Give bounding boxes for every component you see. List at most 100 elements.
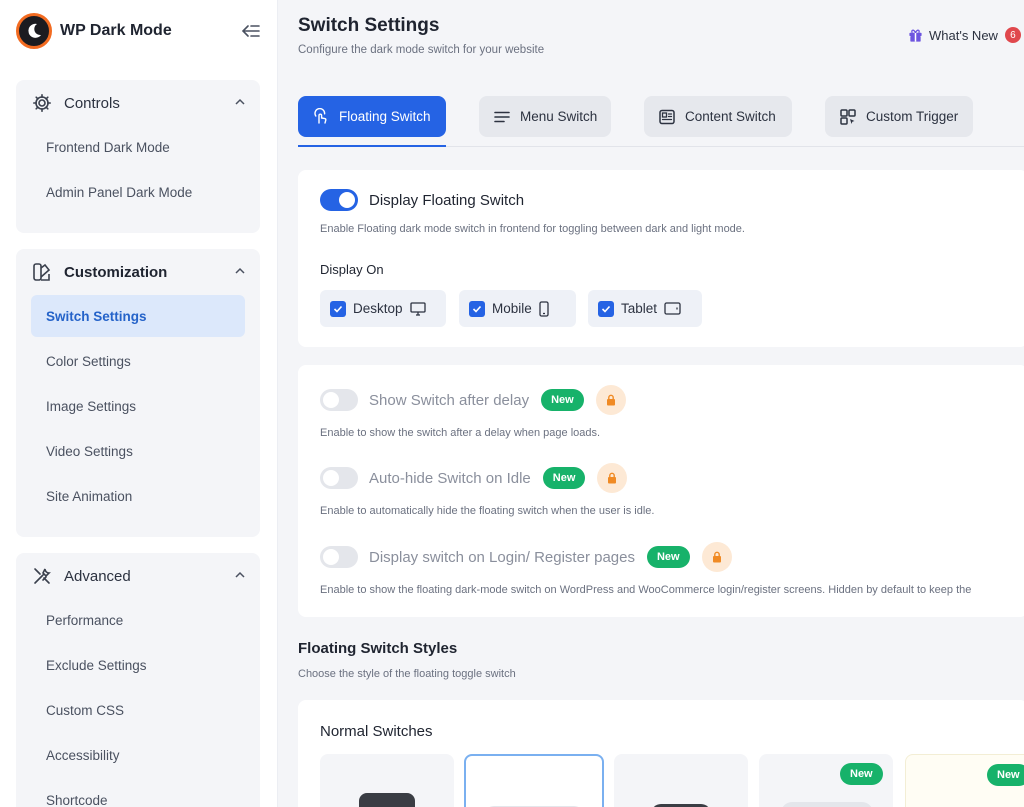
nav-group-advanced: Advanced Performance Exclude Settings Cu… — [16, 553, 260, 807]
sidebar-item-performance[interactable]: Performance — [31, 599, 245, 641]
whats-new-label: What's New — [929, 27, 998, 43]
option-title: Display Floating Switch — [369, 191, 525, 209]
checkbox-checked-icon — [330, 300, 346, 317]
new-badge: New — [541, 389, 584, 411]
show-after-delay-row: Show Switch after delay New — [320, 385, 626, 415]
chevron-up-icon — [235, 98, 245, 105]
brand-name: WP Dark Mode — [60, 22, 172, 39]
active-tab-indicator — [298, 145, 446, 147]
display-floating-switch-toggle[interactable] — [320, 189, 358, 211]
display-floating-switch-row: Display Floating Switch — [320, 189, 524, 211]
collapse-sidebar-icon[interactable] — [240, 20, 262, 42]
section-subtitle: Choose the style of the floating toggle … — [298, 668, 516, 680]
sidebar-item-shortcode[interactable]: Shortcode — [31, 779, 245, 807]
nav-group-header-controls[interactable]: Controls — [16, 80, 260, 126]
device-mobile-checkbox[interactable]: Mobile — [459, 290, 576, 327]
gift-icon — [909, 29, 922, 42]
tab-label: Menu Switch — [520, 109, 598, 124]
new-badge: New — [987, 764, 1024, 786]
nav-group-header-advanced[interactable]: Advanced — [16, 553, 260, 599]
login-register-toggle[interactable] — [320, 546, 358, 568]
tab-content-switch[interactable]: Content Switch — [644, 96, 792, 137]
nav-group-controls: Controls Frontend Dark Mode Admin Panel … — [16, 80, 260, 233]
option-description: Enable Floating dark mode switch in fron… — [320, 223, 745, 235]
sidebar-item-accessibility[interactable]: Accessibility — [31, 734, 245, 776]
chevron-up-icon — [235, 571, 245, 578]
mobile-icon — [539, 300, 549, 317]
sidebar: WP Dark Mode Controls Frontend Dark Mode… — [0, 0, 278, 807]
main-content: Switch Settings Configure the dark mode … — [279, 0, 1024, 807]
new-badge: New — [840, 763, 883, 785]
display-on-label: Display On — [320, 262, 384, 277]
switch-style-2[interactable] — [464, 754, 604, 807]
page-subtitle: Configure the dark mode switch for your … — [298, 44, 545, 56]
nav-group-header-customization[interactable]: Customization — [16, 249, 260, 295]
option-title: Auto-hide Switch on Idle — [369, 469, 531, 487]
tab-custom-trigger[interactable]: Custom Trigger — [825, 96, 973, 137]
device-label: Mobile — [492, 301, 532, 316]
touch-pointer-icon — [312, 107, 330, 126]
sidebar-item-site-animation[interactable]: Site Animation — [31, 475, 245, 517]
sidebar-item-admin-panel-dark-mode[interactable]: Admin Panel Dark Mode — [31, 171, 245, 213]
device-tablet-checkbox[interactable]: Tablet — [588, 290, 702, 327]
page-title: Switch Settings — [298, 15, 440, 36]
sidebar-item-color-settings[interactable]: Color Settings — [31, 340, 245, 382]
switch-preview — [359, 793, 415, 807]
custom-trigger-icon — [839, 108, 857, 126]
device-label: Tablet — [621, 301, 658, 316]
tab-menu-switch[interactable]: Menu Switch — [479, 96, 611, 137]
option-description: Enable to show the floating dark-mode sw… — [320, 584, 972, 596]
device-label: Desktop — [353, 301, 403, 316]
nav-group-label: Customization — [64, 263, 168, 281]
sidebar-item-video-settings[interactable]: Video Settings — [31, 430, 245, 472]
auto-hide-idle-toggle[interactable] — [320, 467, 358, 489]
tablet-icon — [664, 302, 681, 315]
sidebar-item-custom-css[interactable]: Custom CSS — [31, 689, 245, 731]
new-badge: New — [646, 546, 690, 568]
switch-style-4[interactable]: New — [759, 754, 893, 807]
switch-style-1[interactable] — [320, 754, 454, 807]
option-description: Enable to show the switch after a delay … — [320, 427, 601, 439]
nav-group-label: Controls — [64, 94, 120, 112]
tab-label: Content Switch — [685, 109, 776, 124]
lock-icon[interactable] — [597, 463, 628, 493]
option-title: Show Switch after delay — [369, 391, 530, 409]
new-badge: New — [542, 467, 586, 489]
option-description: Enable to automatically hide the floatin… — [320, 505, 655, 517]
nav-group-label: Advanced — [64, 567, 131, 585]
gear-icon — [32, 93, 52, 113]
palette-icon — [32, 262, 52, 282]
switch-style-5[interactable]: New — [905, 754, 1024, 807]
sidebar-item-frontend-dark-mode[interactable]: Frontend Dark Mode — [31, 126, 245, 168]
brand[interactable]: WP Dark Mode — [16, 13, 172, 49]
login-register-row: Display switch on Login/ Register pages … — [320, 542, 732, 572]
tab-label: Floating Switch — [339, 109, 431, 124]
notification-count-badge: 6 — [1004, 27, 1021, 43]
nav-group-customization: Customization Switch Settings Color Sett… — [16, 249, 260, 537]
switch-tabs: Floating Switch Menu Switch Content Swit… — [298, 96, 1006, 138]
sidebar-item-image-settings[interactable]: Image Settings — [31, 385, 245, 427]
tab-label: Custom Trigger — [866, 109, 959, 124]
sidebar-item-exclude-settings[interactable]: Exclude Settings — [31, 644, 245, 686]
desktop-icon — [409, 301, 426, 316]
moon-logo-icon — [16, 13, 52, 49]
sidebar-item-switch-settings[interactable]: Switch Settings — [31, 295, 245, 337]
tab-floating-switch[interactable]: Floating Switch — [298, 96, 446, 137]
switch-preview — [781, 802, 873, 807]
whats-new-button[interactable]: What's New 6 — [908, 27, 1021, 43]
option-title: Display switch on Login/ Register pages — [369, 548, 635, 566]
menu-icon — [493, 108, 511, 126]
lock-icon[interactable] — [701, 542, 732, 572]
lock-icon[interactable] — [595, 385, 626, 415]
checkbox-checked-icon — [469, 300, 485, 317]
tools-icon — [32, 566, 52, 586]
checkbox-checked-icon — [598, 300, 614, 317]
chevron-up-icon — [235, 267, 245, 274]
content-icon — [658, 108, 676, 126]
section-title: Floating Switch Styles — [298, 640, 458, 657]
show-after-delay-toggle[interactable] — [320, 389, 358, 411]
switch-style-3[interactable] — [614, 754, 748, 807]
auto-hide-idle-row: Auto-hide Switch on Idle New — [320, 463, 628, 493]
normal-switches-title: Normal Switches — [320, 723, 433, 740]
device-desktop-checkbox[interactable]: Desktop — [320, 290, 446, 327]
